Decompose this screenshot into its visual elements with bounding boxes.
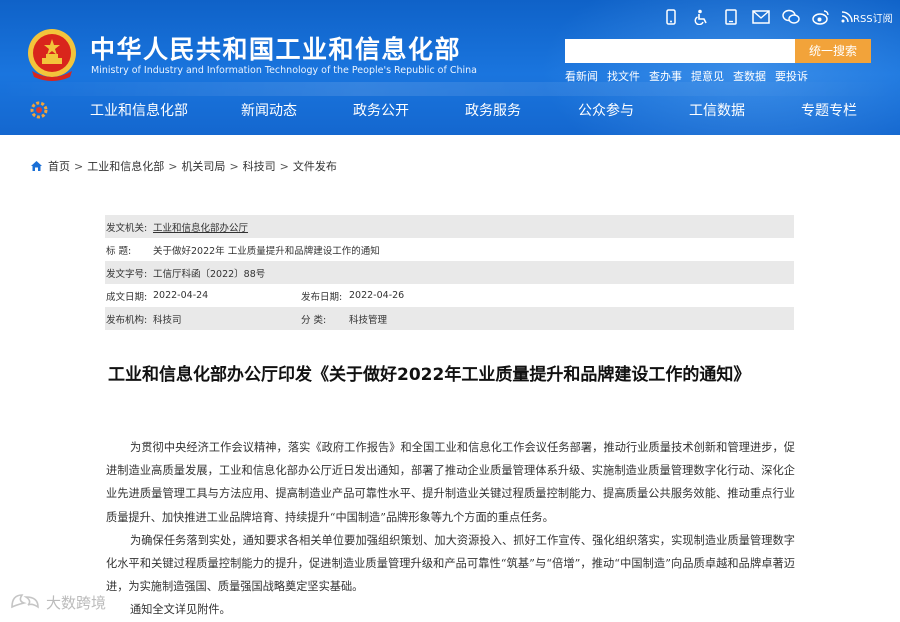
article-paragraph: 通知全文详见附件。 (130, 603, 231, 617)
article-title: 工业和信息化部办公厅印发《关于做好2022年工业质量提升和品牌建设工作的通知》 (108, 365, 751, 385)
breadcrumb: 首页 > 工业和信息化部 > 机关司局 > 科技司 > 文件发布 (30, 158, 337, 174)
nav-item-public[interactable]: 公众参与 (578, 100, 634, 120)
breadcrumb-departments[interactable]: 机关司局 (181, 158, 225, 174)
article-paragraph: 为确保任务落到实处，通知要求各相关单位要加强组织策划、加大资源投入、抓好工作宣传… (106, 533, 795, 594)
article-body: 为贯彻中央经济工作会议精神，落实《政府工作报告》和全国工业和信息化工作会议任务部… (106, 436, 795, 622)
site-subtitle: Ministry of Industry and Information Tec… (91, 65, 477, 76)
quick-link-data[interactable]: 查数据 (733, 68, 766, 84)
meta-category: 科技管理 (349, 314, 388, 326)
header-wave (0, 82, 900, 96)
nav-item-data[interactable]: 工信数据 (689, 100, 745, 120)
quick-links: 看新闻 找文件 查办事 提意见 查数据 要投诉 (565, 68, 817, 84)
weixin-icon[interactable] (781, 8, 801, 26)
mail-icon[interactable] (751, 8, 771, 26)
breadcrumb-separator: > (168, 159, 178, 173)
watermark-logo-icon (11, 594, 39, 609)
nav-item-news[interactable]: 新闻动态 (241, 100, 297, 120)
nav-item-affairs-service[interactable]: 政务服务 (465, 100, 521, 120)
meta-label: 分 类: (301, 314, 327, 326)
mobile-icon[interactable] (661, 8, 681, 26)
meta-row-issuer: 发文机关: 工业和信息化部办公厅 (105, 215, 794, 238)
meta-label: 成文日期: (106, 291, 148, 303)
main-nav: 工业和信息化部 新闻动态 政务公开 政务服务 公众参与 工信数据 专题专栏 (0, 96, 900, 124)
nav-item-miit[interactable]: 工业和信息化部 (90, 100, 188, 120)
breadcrumb-file-release[interactable]: 文件发布 (293, 158, 337, 174)
rss-icon[interactable] (841, 8, 853, 26)
gear-logo-icon[interactable] (28, 100, 50, 120)
meta-label: 发布机构: (106, 314, 148, 326)
accessibility-icon[interactable] (691, 8, 711, 26)
rss-label[interactable]: RSS订阅 (853, 10, 893, 25)
meta-created-date: 2022-04-24 (153, 290, 209, 301)
article-paragraph: 为贯彻中央经济工作会议精神，落实《政府工作报告》和全国工业和信息化工作会议任务部… (106, 441, 795, 524)
meta-label: 发文字号: (106, 268, 148, 280)
quick-link-complaint[interactable]: 要投诉 (775, 68, 808, 84)
watermark-text: 大数跨境 (46, 593, 107, 612)
quick-link-feedback[interactable]: 提意见 (691, 68, 724, 84)
breadcrumb-separator: > (229, 159, 239, 173)
nav-item-topics[interactable]: 专题专栏 (801, 100, 857, 120)
utility-icons: RSS订阅 (661, 7, 893, 27)
breadcrumb-separator: > (279, 159, 289, 173)
quick-link-news[interactable]: 看新闻 (565, 68, 598, 84)
breadcrumb-tech-dept[interactable]: 科技司 (243, 158, 276, 174)
document-metadata: 发文机关: 工业和信息化部办公厅 标 题: 关于做好2022年 工业质量提升和品… (105, 215, 794, 330)
search-button[interactable]: 统一搜索 (795, 39, 871, 63)
meta-label: 发文机关: (106, 222, 148, 234)
meta-doc-no: 工信厅科函〔2022〕88号 (153, 268, 266, 280)
meta-published-date: 2022-04-26 (349, 290, 405, 301)
tablet-icon[interactable] (721, 8, 741, 26)
meta-label: 发布日期: (301, 291, 343, 303)
weibo-icon[interactable] (811, 8, 831, 26)
site-title[interactable]: 中华人民共和国工业和信息化部 (90, 30, 461, 66)
meta-title: 关于做好2022年 工业质量提升和品牌建设工作的通知 (153, 245, 380, 257)
meta-row-org: 发布机构: 科技司 分 类: 科技管理 (105, 307, 794, 330)
meta-org: 科技司 (153, 314, 182, 326)
meta-row-doc-no: 发文字号: 工信厅科函〔2022〕88号 (105, 261, 794, 284)
site-header: 中华人民共和国工业和信息化部 Ministry of Industry and … (0, 0, 900, 135)
breadcrumb-separator: > (74, 159, 84, 173)
meta-issuer-link[interactable]: 工业和信息化部办公厅 (153, 220, 248, 234)
meta-row-dates: 成文日期: 2022-04-24 发布日期: 2022-04-26 (105, 284, 794, 307)
nav-item-affairs-open[interactable]: 政务公开 (353, 100, 409, 120)
breadcrumb-miit[interactable]: 工业和信息化部 (87, 158, 164, 174)
quick-link-services[interactable]: 查办事 (649, 68, 682, 84)
search-input[interactable] (565, 39, 795, 63)
breadcrumb-home[interactable]: 首页 (48, 158, 70, 174)
meta-row-title: 标 题: 关于做好2022年 工业质量提升和品牌建设工作的通知 (105, 238, 794, 261)
national-emblem-icon[interactable] (24, 27, 80, 81)
quick-link-files[interactable]: 找文件 (607, 68, 640, 84)
meta-label: 标 题: (106, 245, 132, 257)
home-icon[interactable] (30, 160, 43, 172)
watermark: 大数跨境 (8, 591, 106, 613)
